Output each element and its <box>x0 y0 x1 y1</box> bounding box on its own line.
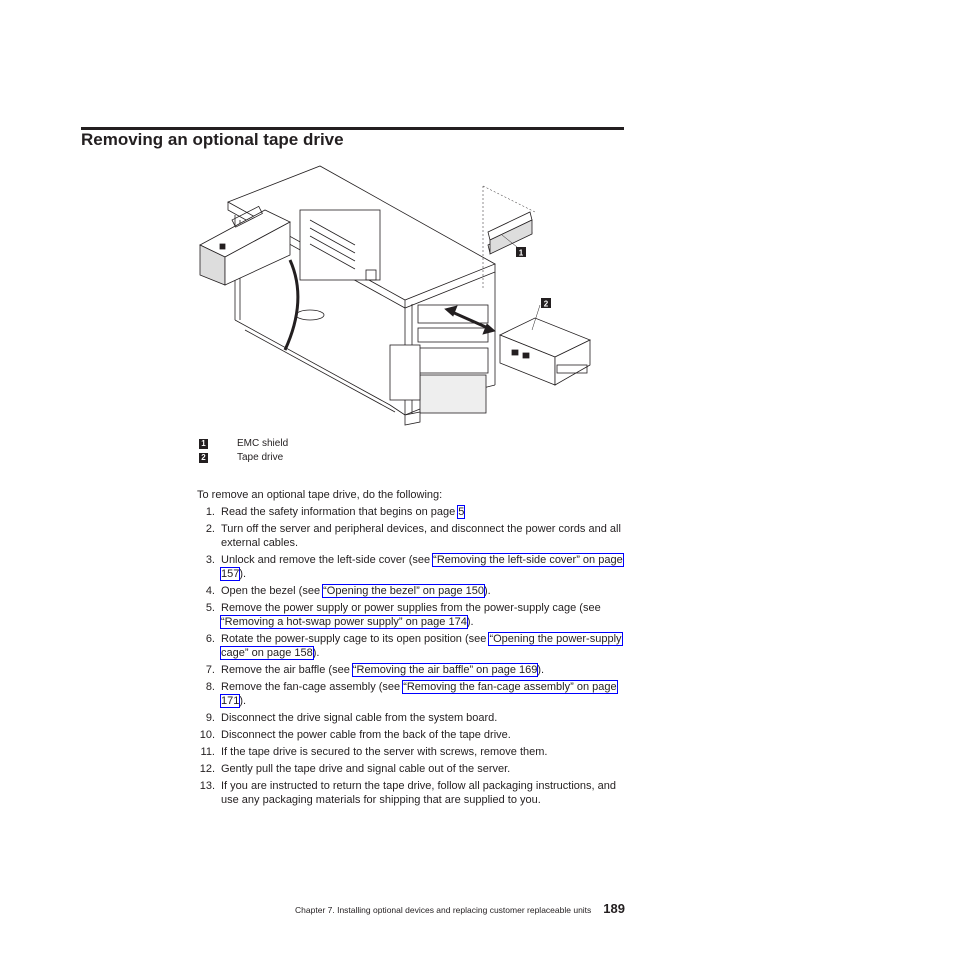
tape-drive-illustration <box>499 304 591 386</box>
server-chassis <box>227 165 496 426</box>
step-text: ). <box>239 568 247 580</box>
page-footer: Chapter 7. Installing optional devices a… <box>270 901 625 916</box>
step-number: 4. <box>205 585 215 597</box>
step-text: ). <box>239 695 247 707</box>
procedure-step: 13. If you are instructed to return the t… <box>197 779 627 807</box>
step-text: ). <box>312 647 320 659</box>
tape-drive-removal-figure: 1 2 <box>190 160 610 430</box>
legend-item: 1 EMC shield <box>199 437 288 451</box>
step-number: 9. <box>205 712 215 724</box>
step-number: 11. <box>200 746 215 758</box>
step-text: Unlock and remove the left-side cover (s… <box>221 554 434 566</box>
procedure-step: 5. Remove the power supply or power suppl… <box>197 601 627 629</box>
step-text: Remove the fan-cage assembly (see <box>221 681 404 693</box>
step-text: Gently pull the tape drive and signal ca… <box>221 763 511 775</box>
step-text: Remove the air baffle (see <box>221 664 353 676</box>
procedure-step: 7. Remove the air baffle (see “Removing t… <box>197 663 627 677</box>
svg-text:2: 2 <box>544 300 549 309</box>
svg-text:1: 1 <box>519 249 524 258</box>
cross-reference-link[interactable]: 5 <box>457 505 466 519</box>
emc-shield-illustration <box>482 185 536 288</box>
step-number: 7. <box>205 664 215 676</box>
step-text: ). <box>466 616 474 628</box>
procedure-step: 8. Remove the fan-cage assembly (see “Rem… <box>197 680 627 708</box>
page-title: Removing an optional tape drive <box>81 130 344 149</box>
step-number: 5. <box>205 602 215 614</box>
procedure-step: 11. If the tape drive is secured to the s… <box>197 745 627 759</box>
step-text: Read the safety information that begins … <box>221 506 459 518</box>
step-number: 12. <box>199 763 215 775</box>
step-text: Open the bezel (see <box>221 585 324 597</box>
step-text: Rotate the power-supply cage to its open… <box>221 633 490 645</box>
step-number: 2. <box>205 523 215 535</box>
procedure-step: 6. Rotate the power-supply cage to its op… <box>197 632 627 660</box>
procedure-step: 4. Open the bezel (see “Opening the bezel… <box>197 584 627 598</box>
step-text: ). <box>483 585 491 597</box>
callout-badge: 1 <box>199 439 208 449</box>
cross-reference-link[interactable]: “Removing a hot-swap power supply” on pa… <box>220 615 468 629</box>
step-number: 3. <box>205 554 215 566</box>
step-text: If you are instructed to return the tape… <box>221 780 616 806</box>
step-number: 6. <box>205 633 215 645</box>
procedure-step: 9. Disconnect the drive signal cable from… <box>197 711 627 725</box>
step-text: Remove the power supply or power supplie… <box>221 602 601 614</box>
procedure-step: 12. Gently pull the tape drive and signal… <box>197 762 627 776</box>
step-number: 1. <box>205 506 215 518</box>
intro-text: To remove an optional tape drive, do the… <box>197 489 443 501</box>
footer-chapter: Chapter 7. Installing optional devices a… <box>295 905 592 915</box>
procedure-step: 3. Unlock and remove the left-side cover … <box>197 553 627 581</box>
step-text: If the tape drive is secured to the serv… <box>221 746 548 758</box>
procedure-step: 1. Read the safety information that begin… <box>197 505 627 519</box>
procedure-step: 2. Turn off the server and peripheral dev… <box>197 522 627 550</box>
legend-label: Tape drive <box>237 452 284 463</box>
step-number: 8. <box>205 681 215 693</box>
legend-item: 2 Tape drive <box>199 451 288 465</box>
step-number: 10. <box>199 729 215 741</box>
power-supply-cage <box>199 205 291 286</box>
cross-reference-link[interactable]: “Opening the bezel” on page 150 <box>322 584 485 598</box>
step-number: 13. <box>199 780 215 792</box>
cross-reference-link[interactable]: “Removing the air baffle” on page 169 <box>351 663 539 677</box>
procedure-steps: 1. Read the safety information that begin… <box>197 505 627 810</box>
step-text: Turn off the server and peripheral devic… <box>221 523 621 549</box>
procedure-step: 10. Disconnect the power cable from the b… <box>197 728 627 742</box>
legend-label: EMC shield <box>237 438 289 449</box>
figure-legend: 1 EMC shield 2 Tape drive <box>199 437 288 465</box>
step-text: Disconnect the drive signal cable from t… <box>221 712 498 724</box>
callout-badge: 2 <box>199 453 208 463</box>
page-number: 189 <box>603 901 625 916</box>
step-text: ). <box>537 664 545 676</box>
step-text: Disconnect the power cable from the back… <box>221 729 511 741</box>
